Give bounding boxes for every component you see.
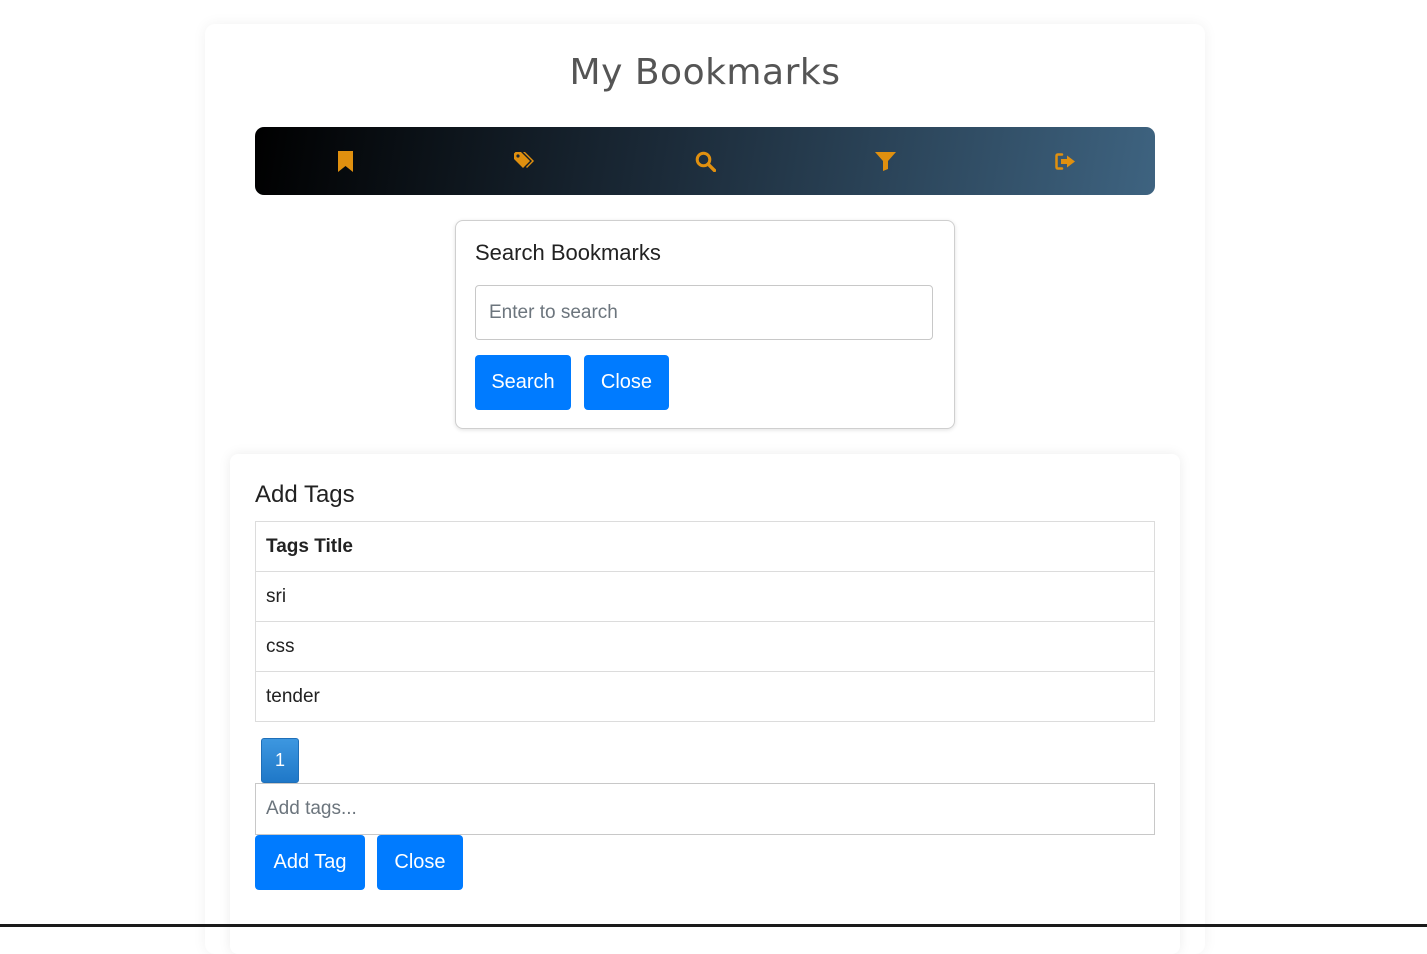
bookmark-icon — [337, 150, 354, 172]
table-row: sri — [255, 571, 1155, 622]
tags-table: Tags Title sri css tender — [255, 521, 1155, 722]
filter-icon — [874, 151, 896, 171]
pagination-page-button[interactable]: 1 — [261, 738, 299, 783]
search-icon — [695, 151, 716, 172]
search-button[interactable]: Search — [475, 355, 571, 410]
tags-icon — [514, 152, 536, 170]
close-tags-button[interactable]: Close — [377, 835, 463, 890]
close-search-button[interactable]: Close — [584, 355, 669, 410]
nav-tags[interactable] — [435, 127, 615, 195]
search-input[interactable] — [475, 285, 933, 340]
table-row: tender — [255, 671, 1155, 722]
add-tag-button[interactable]: Add Tag — [255, 835, 365, 890]
tag-cell: css — [255, 621, 1155, 672]
nav-bookmarks[interactable] — [255, 127, 435, 195]
table-row: css — [255, 621, 1155, 672]
nav-search[interactable] — [615, 127, 795, 195]
add-tags-input[interactable] — [255, 783, 1155, 835]
tags-panel-title: Add Tags — [255, 481, 355, 508]
nav-logout[interactable] — [975, 127, 1155, 195]
tags-panel: Add Tags Tags Title sri css tender 1 Add… — [230, 454, 1180, 954]
tag-cell: sri — [255, 571, 1155, 622]
tag-cell: tender — [255, 671, 1155, 722]
search-panel-title: Search Bookmarks — [475, 240, 661, 265]
navbar — [255, 127, 1155, 195]
nav-filter[interactable] — [795, 127, 975, 195]
column-header-tags-title: Tags Title — [255, 521, 1155, 572]
page-title: My Bookmarks — [569, 52, 841, 93]
logout-icon — [1054, 152, 1076, 170]
table-header-row: Tags Title — [255, 521, 1155, 572]
search-panel: Search Bookmarks Search Close — [455, 220, 955, 429]
